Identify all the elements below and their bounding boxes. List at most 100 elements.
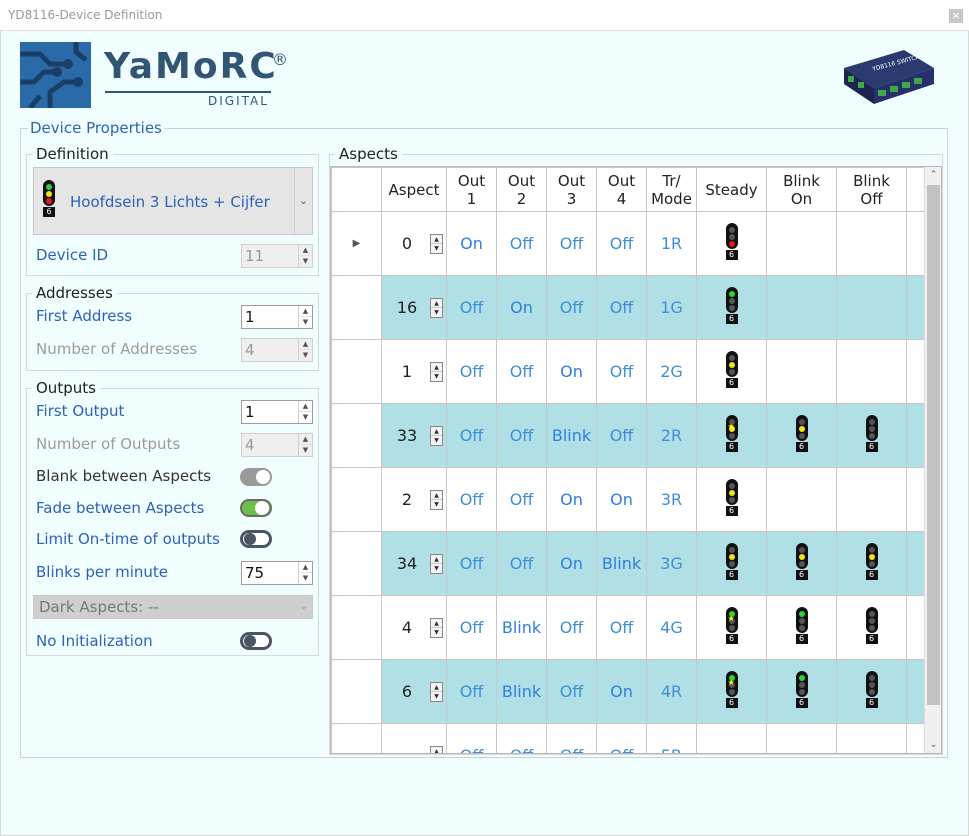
output-cell[interactable]: Off	[596, 595, 647, 660]
scroll-down-icon[interactable]: ⌄	[925, 737, 941, 753]
close-icon[interactable]: ×	[949, 9, 963, 23]
row-selector[interactable]: ▶	[331, 211, 382, 276]
aspect-spinner[interactable]: ▲▼	[430, 554, 443, 574]
row-selector[interactable]	[331, 531, 382, 596]
output-cell[interactable]: On	[446, 211, 497, 276]
output-cell[interactable]: Off	[446, 595, 497, 660]
aspect-spinner[interactable]: ▲▼	[430, 362, 443, 382]
output-cell[interactable]: Blink	[496, 659, 547, 724]
output-cell[interactable]: Blink	[496, 595, 547, 660]
mode-cell[interactable]: 2R	[646, 403, 697, 468]
first-output-field[interactable]: 1 ▲ ▼	[241, 400, 313, 424]
mode-cell[interactable]: 4R	[646, 659, 697, 724]
scroll-thumb[interactable]	[927, 185, 940, 705]
first-address-field[interactable]: 1 ▲ ▼	[241, 305, 313, 329]
output-cell[interactable]: Off	[596, 211, 647, 276]
aspect-spinner[interactable]: ▲▼	[430, 234, 443, 254]
output-cell[interactable]: On	[496, 275, 547, 340]
output-cell[interactable]: Off	[546, 211, 597, 276]
row-selector[interactable]	[331, 595, 382, 660]
output-cell[interactable]: Off	[446, 531, 497, 596]
output-cell[interactable]: On	[596, 659, 647, 724]
aspect-cell[interactable]: 33 ▲ ▼	[381, 403, 447, 468]
output-cell[interactable]: Off	[446, 339, 497, 404]
output-cell[interactable]: Off	[446, 275, 497, 340]
row-selector[interactable]	[331, 467, 382, 532]
table-row[interactable]: ▲▼OffOffOffOff5R	[331, 723, 927, 753]
table-row[interactable]: ▶ 0 ▲ ▼ On Off Off Off 1R 6	[331, 211, 927, 276]
spin-down-icon[interactable]: ▼	[299, 317, 312, 328]
mode-cell[interactable]: 3G	[646, 531, 697, 596]
no-initialization-toggle[interactable]	[240, 632, 272, 650]
aspect-cell[interactable]: 16 ▲ ▼	[381, 275, 447, 340]
chevron-down-icon[interactable]: ⌄	[294, 168, 312, 234]
limit-on-time-toggle[interactable]	[240, 530, 272, 548]
output-cell[interactable]: Blink	[546, 403, 597, 468]
output-cell[interactable]: Off	[546, 275, 597, 340]
output-cell[interactable]: Off	[596, 275, 647, 340]
output-cell[interactable]: Blink	[596, 531, 647, 596]
mode-cell[interactable]: 1R	[646, 211, 697, 276]
output-cell[interactable]: Off	[496, 531, 547, 596]
mode-cell[interactable]: 3R	[646, 467, 697, 532]
table-row[interactable]: 4 ▲ ▼ Off Blink Off Off 4G 6 ★ 6 6	[331, 595, 927, 660]
output-cell[interactable]: Off	[496, 467, 547, 532]
aspect-spinner[interactable]: ▲▼	[430, 618, 443, 638]
row-selector[interactable]	[331, 339, 382, 404]
output-cell[interactable]: On	[546, 339, 597, 404]
table-row[interactable]: 16 ▲ ▼ Off On Off Off 1G 6	[331, 275, 927, 340]
output-cell[interactable]: Off	[596, 403, 647, 468]
table-row[interactable]: 34 ▲ ▼ Off Off On Blink 3G 6 6 6	[331, 531, 927, 596]
aspect-cell[interactable]: 34 ▲ ▼	[381, 531, 447, 596]
table-row[interactable]: 1 ▲ ▼ Off Off On Off 2G 6	[331, 339, 927, 404]
spin-up-icon[interactable]: ▲	[299, 401, 312, 412]
spin-up-icon[interactable]: ▲	[299, 306, 312, 317]
vertical-scrollbar[interactable]: ⌃ ⌄	[924, 167, 941, 753]
mode-cell[interactable]: 5R	[646, 723, 697, 753]
output-cell[interactable]: Off	[596, 339, 647, 404]
output-cell[interactable]: Off	[446, 467, 497, 532]
aspect-cell[interactable]: 2 ▲ ▼	[381, 467, 447, 532]
row-selector[interactable]	[331, 723, 382, 753]
output-cell[interactable]: On	[596, 467, 647, 532]
row-selector[interactable]	[331, 659, 382, 724]
spin-down-icon[interactable]: ▼	[299, 573, 312, 584]
output-cell[interactable]: Off	[496, 339, 547, 404]
aspect-cell[interactable]: 1 ▲ ▼	[381, 339, 447, 404]
table-row[interactable]: 2 ▲ ▼ Off Off On On 3R 6	[331, 467, 927, 532]
mode-cell[interactable]: 2G	[646, 339, 697, 404]
aspect-cell[interactable]: 4 ▲ ▼	[381, 595, 447, 660]
aspect-cell[interactable]: 6 ▲ ▼	[381, 659, 447, 724]
table-row[interactable]: 33 ▲ ▼ Off Off Blink Off 2R 6 ★ 6 6	[331, 403, 927, 468]
blinks-per-minute-field[interactable]: 75 ▲ ▼	[241, 561, 313, 585]
output-cell[interactable]: Off	[496, 211, 547, 276]
output-cell[interactable]: Off	[546, 659, 597, 724]
fade-between-aspects-toggle[interactable]	[240, 499, 272, 517]
aspect-spinner[interactable]: ▲▼	[430, 682, 443, 702]
output-cell[interactable]: Off	[496, 403, 547, 468]
aspect-spinner[interactable]: ▲▼	[430, 490, 443, 510]
scroll-up-icon[interactable]: ⌃	[925, 167, 941, 183]
output-cell[interactable]: Off	[546, 723, 597, 753]
aspect-cell[interactable]: ▲▼	[381, 723, 447, 753]
aspect-cell[interactable]: 0 ▲ ▼	[381, 211, 447, 276]
output-cell[interactable]: Off	[446, 403, 497, 468]
aspect-spinner[interactable]: ▲▼	[430, 426, 443, 446]
mode-cell[interactable]: 1G	[646, 275, 697, 340]
output-cell[interactable]: On	[546, 531, 597, 596]
blank-between-aspects-toggle[interactable]	[240, 468, 272, 486]
table-row[interactable]: 6 ▲ ▼ Off Blink Off On 4R 6 ★ 6 6	[331, 659, 927, 724]
output-cell[interactable]: Off	[446, 723, 497, 753]
output-cell[interactable]: Off	[596, 723, 647, 753]
definition-select[interactable]: 6 Hoofdsein 3 Lichts + Cijfer ⌄	[33, 167, 313, 235]
row-selector[interactable]	[331, 275, 382, 340]
mode-cell[interactable]: 4G	[646, 595, 697, 660]
aspect-spinner[interactable]: ▲▼	[430, 746, 443, 753]
output-cell[interactable]: Off	[546, 595, 597, 660]
output-cell[interactable]: Off	[446, 659, 497, 724]
row-selector[interactable]	[331, 403, 382, 468]
output-cell[interactable]: Off	[496, 723, 547, 753]
spin-up-icon[interactable]: ▲	[299, 562, 312, 573]
spin-down-icon[interactable]: ▼	[299, 412, 312, 423]
output-cell[interactable]: On	[546, 467, 597, 532]
